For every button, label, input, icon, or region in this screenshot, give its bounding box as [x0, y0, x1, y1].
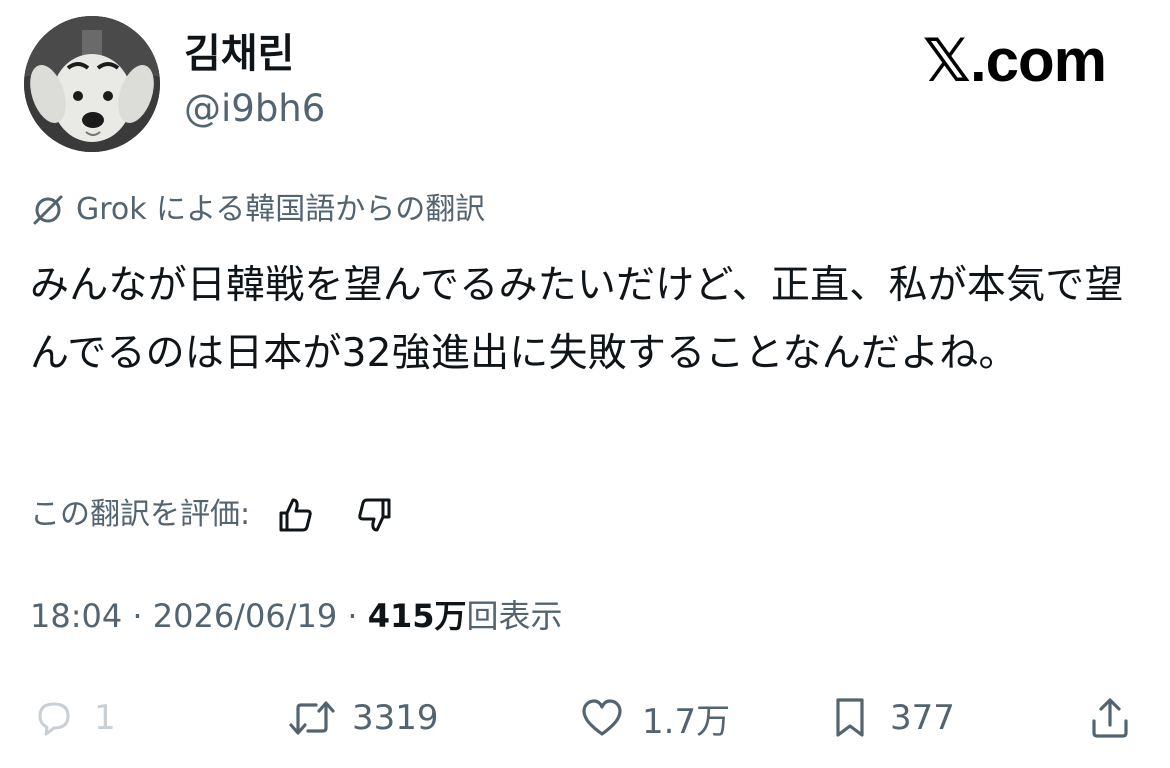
reply-button[interactable]: 1: [28, 692, 116, 744]
x-logo: 𝕏.com: [922, 27, 1107, 94]
bookmark-button[interactable]: 377: [824, 692, 955, 744]
thumbs-down-icon[interactable]: [352, 492, 398, 538]
meta-separator: ·: [132, 597, 143, 635]
tweet-meta: 18:04 · 2026/06/19 · 415万回表示: [30, 594, 563, 638]
meta-separator: ·: [347, 597, 358, 635]
retweet-button[interactable]: 3319: [286, 692, 439, 744]
author-display-name[interactable]: 김채린: [184, 30, 294, 78]
bookmark-icon: [824, 692, 876, 744]
thumbs-up-icon[interactable]: [272, 492, 318, 538]
views-label: 回表示: [466, 597, 563, 635]
share-icon: [1084, 692, 1136, 744]
translation-note: Grok による韓国語からの翻訳: [30, 190, 485, 230]
retweet-count: 3319: [352, 698, 439, 738]
like-button[interactable]: 1.7万: [576, 692, 730, 744]
translation-note-label: Grok による韓国語からの翻訳: [76, 192, 486, 227]
heart-icon: [576, 692, 628, 744]
rate-translation-label: この翻訳を評価:: [30, 497, 251, 532]
retweet-icon: [286, 692, 338, 744]
tweet-time[interactable]: 18:04: [30, 597, 122, 635]
bookmark-count: 377: [890, 698, 955, 738]
views-count: 415万: [367, 597, 467, 635]
tweet-date[interactable]: 2026/06/19: [153, 597, 337, 635]
tweet-text: みんなが日韓戦を望んでるみたいだけど、正直、私が本気で望んでるのは日本が32強進…: [30, 263, 1124, 376]
like-count: 1.7万: [642, 701, 731, 742]
grok-icon: [30, 192, 66, 228]
share-button[interactable]: [1084, 692, 1136, 744]
reply-count: 1: [94, 698, 116, 738]
author-handle[interactable]: @i9bh6: [184, 86, 325, 132]
reply-icon: [28, 692, 80, 744]
avatar[interactable]: [24, 16, 160, 152]
rate-translation: この翻訳を評価:: [30, 492, 398, 538]
dog-avatar-image: [24, 16, 160, 152]
